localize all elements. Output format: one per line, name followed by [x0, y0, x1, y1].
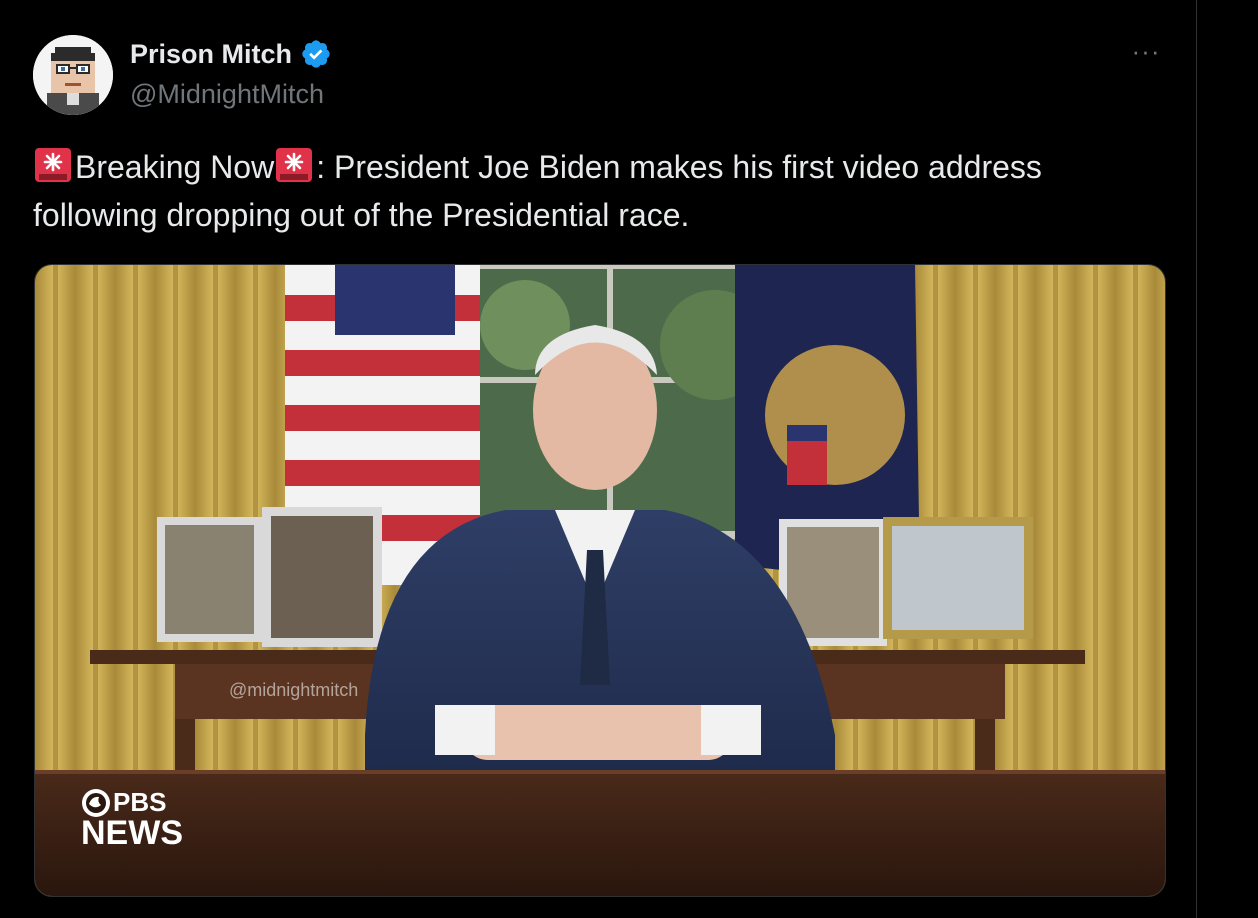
author-name-text[interactable]: Prison Mitch	[130, 39, 292, 70]
rotating-light-icon	[276, 148, 313, 182]
author-name[interactable]: Prison Mitch	[130, 38, 332, 70]
tweet-video[interactable]: @midnightmitch PBS NEWS	[34, 264, 1166, 897]
more-options-button[interactable]: ···	[1128, 38, 1164, 68]
author-handle[interactable]: @MidnightMitch	[130, 79, 324, 110]
tweet: Prison Mitch @MidnightMitch ··· Breaking…	[0, 0, 1196, 918]
avatar[interactable]	[33, 35, 113, 115]
pbs-head-icon	[82, 788, 110, 817]
tweet-text: Breaking Now : President Joe Biden makes…	[33, 143, 1173, 239]
video-frame-image	[35, 265, 1165, 896]
avatar-image	[33, 35, 113, 115]
pbs-logo-bottom-text: NEWS	[81, 814, 183, 852]
verified-badge-icon	[302, 40, 330, 68]
rotating-light-icon	[35, 148, 71, 182]
column-divider	[1196, 0, 1197, 918]
pbs-news-logo: PBS NEWS	[81, 787, 183, 853]
video-watermark: @midnightmitch	[229, 680, 359, 700]
tweet-text-part1: Breaking Now	[75, 149, 275, 185]
